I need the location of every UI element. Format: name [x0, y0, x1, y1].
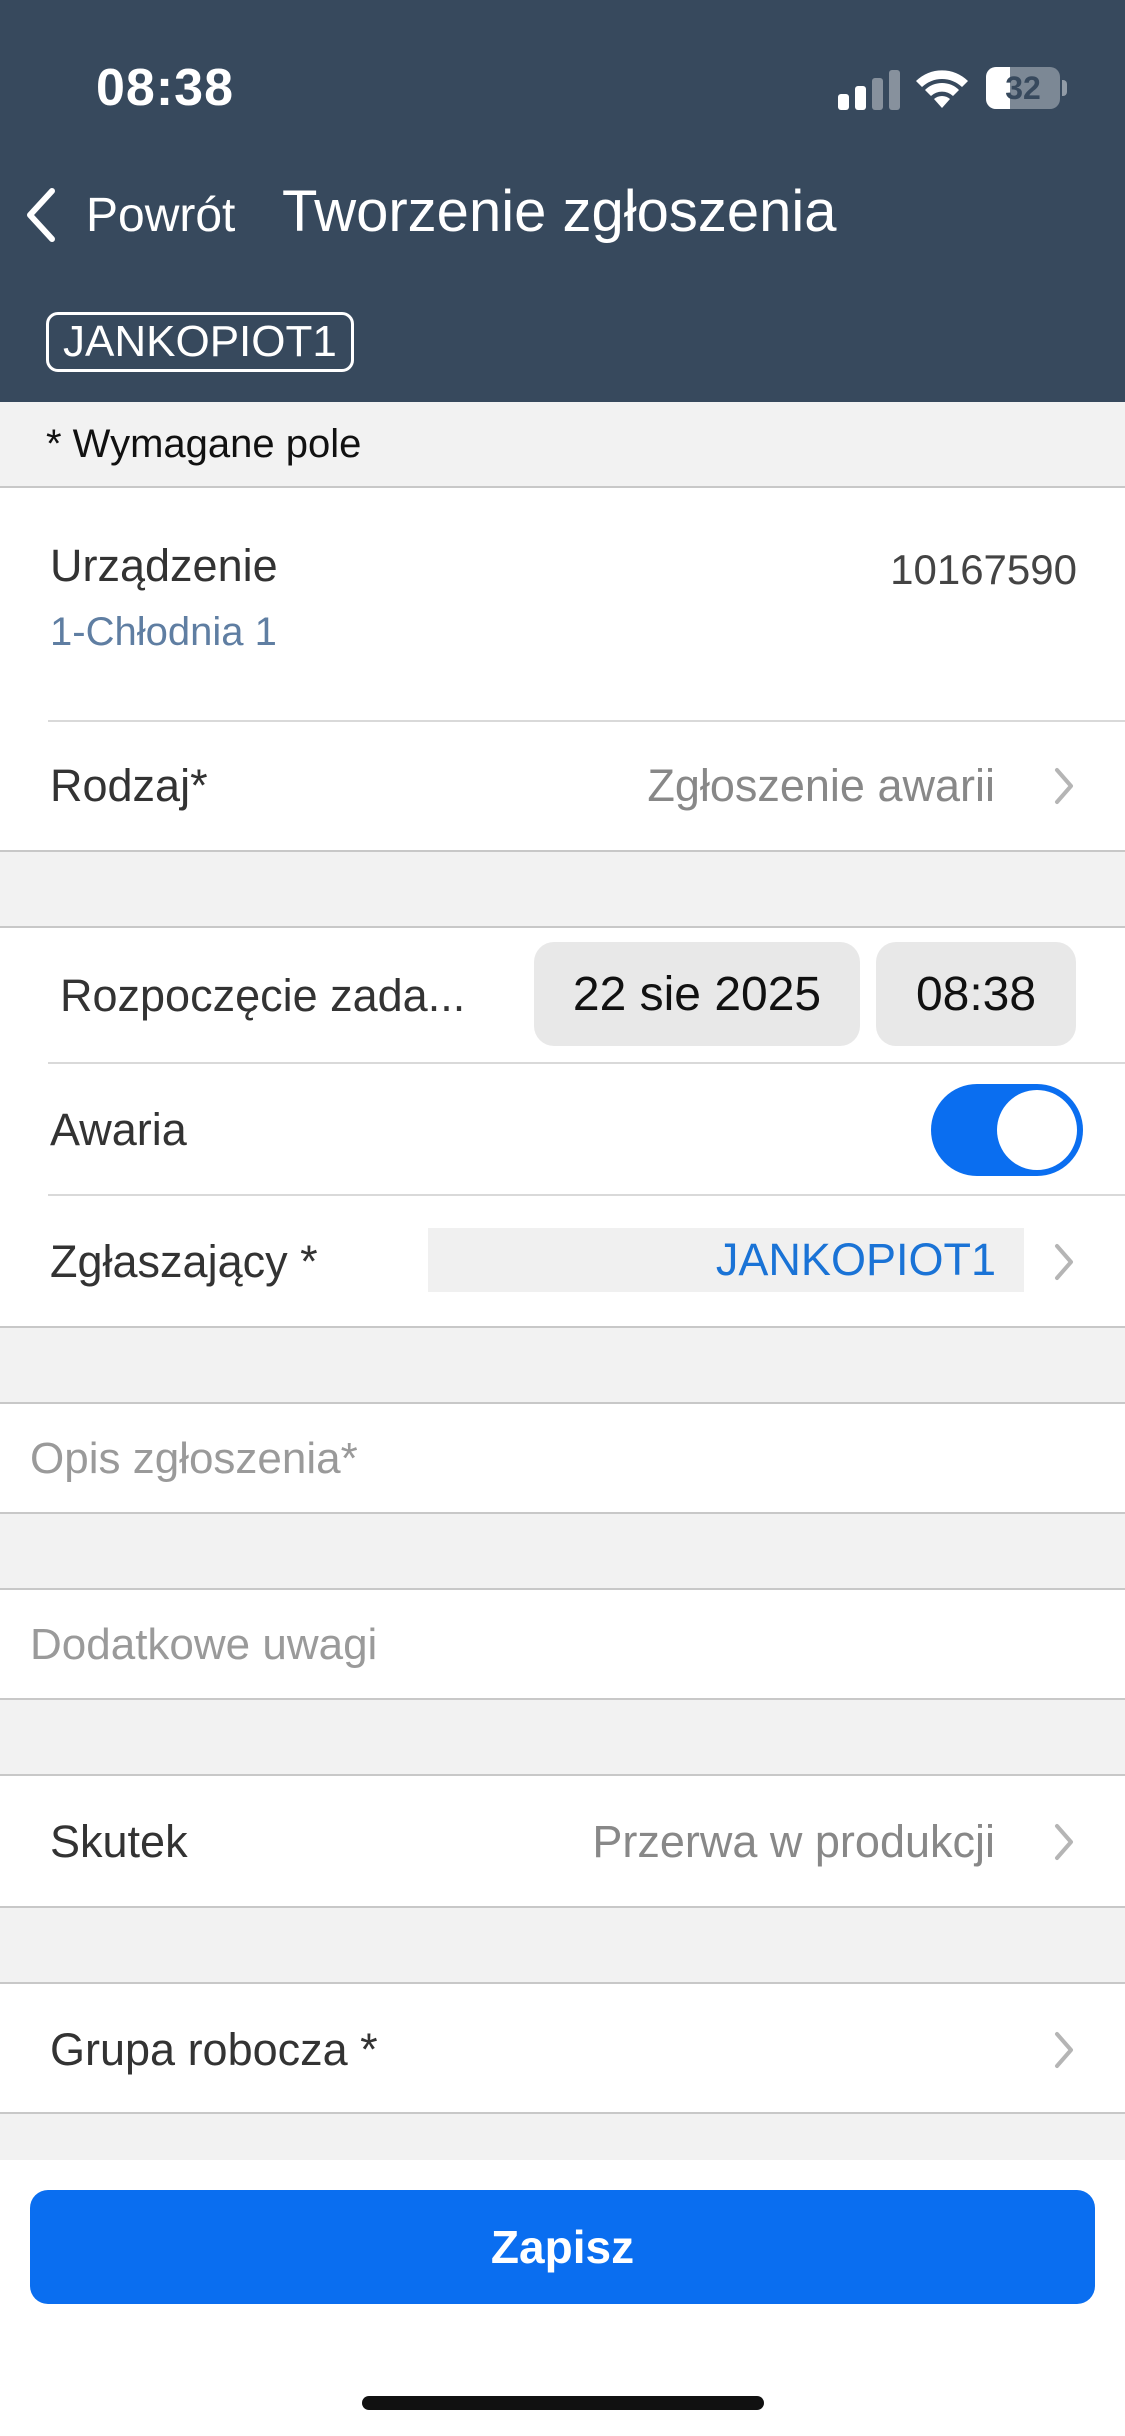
toggle-knob — [997, 1090, 1077, 1170]
chevron-right-icon — [1055, 2032, 1073, 2068]
effect-value: Przerwa w produkcji — [592, 1816, 995, 1867]
reporter-row[interactable]: Zgłaszający * JANKOPIOT1 — [0, 1196, 1125, 1328]
start-date-picker[interactable]: 22 sie 2025 — [534, 942, 860, 1046]
start-label: Rozpoczęcie zada... — [60, 970, 466, 1021]
description-field[interactable]: Opis zgłoszenia* — [0, 1402, 1125, 1514]
reporter-value: JANKOPIOT1 — [428, 1228, 1024, 1292]
type-row[interactable]: Rodzaj* Zgłoszenie awarii — [0, 722, 1125, 852]
chevron-right-icon — [1055, 1244, 1073, 1280]
effect-label: Skutek — [50, 1816, 188, 1867]
battery-body: 32 — [986, 67, 1060, 109]
type-label: Rodzaj* — [50, 760, 208, 811]
failure-toggle[interactable] — [931, 1084, 1083, 1176]
device-section: Urządzenie 10167590 1-Chłodnia 1 Rodzaj*… — [0, 486, 1125, 852]
battery-icon: 32 — [986, 67, 1067, 109]
type-value: Zgłoszenie awarii — [647, 760, 995, 811]
notes-placeholder: Dodatkowe uwagi — [30, 1620, 378, 1669]
wifi-icon — [916, 70, 968, 108]
battery-nub — [1062, 80, 1067, 96]
device-number: 10167590 — [890, 546, 1077, 593]
app-header: 08:38 32 Powrót Tworzenie zgłoszenia JAN… — [0, 0, 1125, 402]
device-label: Urządzenie — [50, 540, 278, 591]
user-badge: JANKOPIOT1 — [46, 312, 354, 372]
home-indicator — [362, 2396, 764, 2410]
save-button[interactable]: Zapisz — [30, 2190, 1095, 2304]
failure-row: Awaria — [0, 1064, 1125, 1194]
required-note-text: * Wymagane pole — [46, 422, 362, 466]
workgroup-row[interactable]: Grupa robocza * — [0, 1982, 1125, 2114]
details-section: Rozpoczęcie zada... 22 sie 2025 08:38 Aw… — [0, 926, 1125, 1328]
status-time: 08:38 — [96, 59, 234, 117]
signal-icon — [838, 70, 900, 110]
device-row: Urządzenie 10167590 1-Chłodnia 1 — [0, 488, 1125, 720]
workgroup-label: Grupa robocza * — [50, 2024, 378, 2075]
failure-label: Awaria — [50, 1104, 187, 1155]
required-note: * Wymagane pole — [0, 402, 1125, 488]
effect-row[interactable]: Skutek Przerwa w produkcji — [0, 1774, 1125, 1908]
notes-field[interactable]: Dodatkowe uwagi — [0, 1588, 1125, 1700]
reporter-label: Zgłaszający * — [50, 1236, 318, 1287]
start-row: Rozpoczęcie zada... 22 sie 2025 08:38 — [0, 928, 1125, 1060]
chevron-right-icon — [1055, 768, 1073, 804]
battery-percent: 32 — [1005, 70, 1041, 106]
chevron-left-icon — [27, 188, 55, 242]
page-title: Tworzenie zgłoszenia — [282, 179, 837, 244]
device-name: 1-Chłodnia 1 — [50, 610, 277, 654]
description-placeholder: Opis zgłoszenia* — [30, 1434, 358, 1483]
back-button[interactable]: Powrót — [22, 180, 235, 250]
back-label: Powrót — [86, 188, 236, 242]
chevron-right-icon — [1055, 1824, 1073, 1860]
start-time-picker[interactable]: 08:38 — [876, 942, 1076, 1046]
